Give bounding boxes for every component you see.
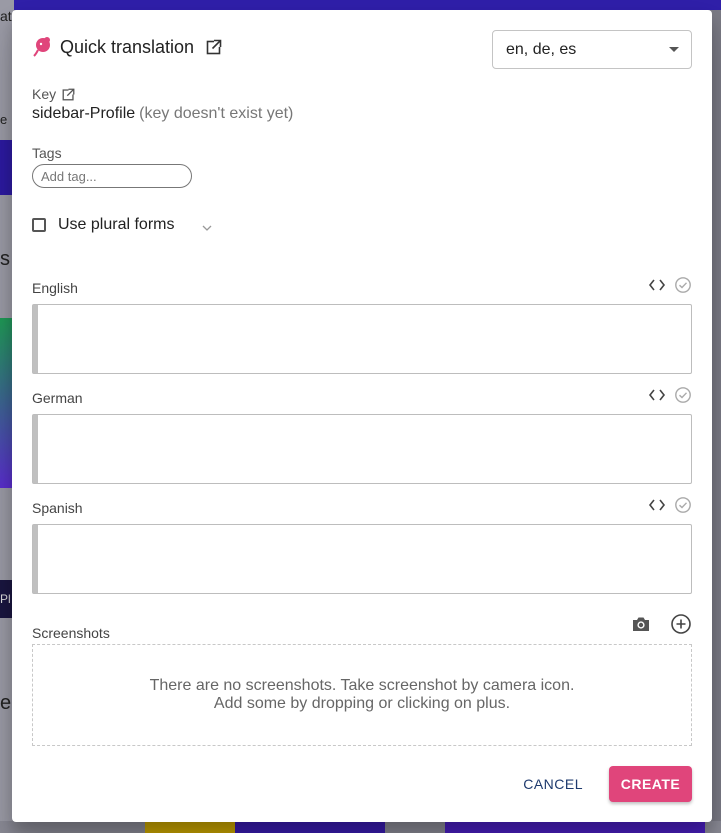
add-tag-input[interactable] [32, 164, 192, 188]
languages-select-value: en, de, es [506, 40, 577, 58]
dialog-title: Quick translation [60, 36, 195, 57]
plural-forms-checkbox[interactable] [32, 218, 46, 232]
translation-editor[interactable] [32, 414, 692, 484]
add-circle-icon[interactable] [670, 613, 692, 635]
plural-forms-toggle[interactable]: Use plural forms [32, 216, 212, 234]
check-circle-icon[interactable] [674, 496, 692, 514]
check-circle-icon[interactable] [674, 276, 692, 294]
external-link-icon[interactable] [62, 87, 76, 101]
screenshots-dropzone[interactable]: There are no screenshots. Take screensho… [32, 644, 692, 746]
app-bg-text: e [0, 112, 8, 127]
quick-translation-dialog: Quick translation en, de, es Key sidebar… [12, 10, 712, 822]
translation-tools [648, 386, 692, 404]
code-brackets-icon[interactable] [648, 386, 666, 404]
key-label-row: Key [32, 86, 76, 102]
app-bg-text: e [0, 692, 12, 714]
dialog-actions: CANCEL CREATE [515, 766, 692, 802]
dialog-header: Quick translation [32, 36, 223, 58]
key-label: Key [32, 86, 57, 102]
translation-state-bar [33, 415, 38, 483]
translation-editor[interactable] [32, 304, 692, 374]
app-bottom-block [235, 821, 385, 833]
app-bottom-strip [0, 821, 721, 833]
camera-icon[interactable] [630, 613, 652, 635]
app-bottom-block [445, 821, 705, 833]
translation-editor[interactable] [32, 524, 692, 594]
external-link-icon[interactable] [206, 39, 223, 55]
plural-forms-label: Use plural forms [58, 216, 175, 233]
key-name: sidebar-Profile [32, 105, 136, 122]
create-button[interactable]: CREATE [609, 766, 692, 802]
key-status-note: (key doesn't exist yet) [139, 105, 294, 122]
app-bg-text: s [0, 248, 10, 270]
app-bg-text: at [0, 8, 12, 24]
cancel-button[interactable]: CANCEL [515, 768, 591, 800]
code-brackets-icon[interactable] [648, 496, 666, 514]
screenshots-label: Screenshots [32, 625, 110, 641]
translation-state-bar [33, 305, 38, 373]
tags-label: Tags [32, 145, 62, 161]
app-header-strip [0, 0, 721, 10]
translation-state-bar [33, 525, 38, 593]
dropdown-arrow-icon [669, 47, 679, 52]
chevron-down-icon[interactable] [202, 220, 212, 231]
screenshots-empty-text: Add some by dropping or clicking on plus… [213, 695, 511, 712]
translation-tools [648, 496, 692, 514]
screenshots-tools [630, 613, 692, 635]
tolgee-logo-icon [32, 36, 52, 58]
code-brackets-icon[interactable] [648, 276, 666, 294]
languages-select[interactable]: en, de, es [492, 30, 692, 69]
screenshots-empty-text: There are no screenshots. Take screensho… [149, 677, 575, 694]
translation-language-label: Spanish [32, 500, 83, 516]
translation-language-label: German [32, 390, 83, 406]
translation-language-label: English [32, 280, 78, 296]
app-bg-text: Pl [0, 592, 11, 606]
key-value-row: sidebar-Profile (key doesn't exist yet) [32, 105, 293, 123]
app-bottom-block [145, 821, 235, 833]
translation-tools [648, 276, 692, 294]
check-circle-icon[interactable] [674, 386, 692, 404]
